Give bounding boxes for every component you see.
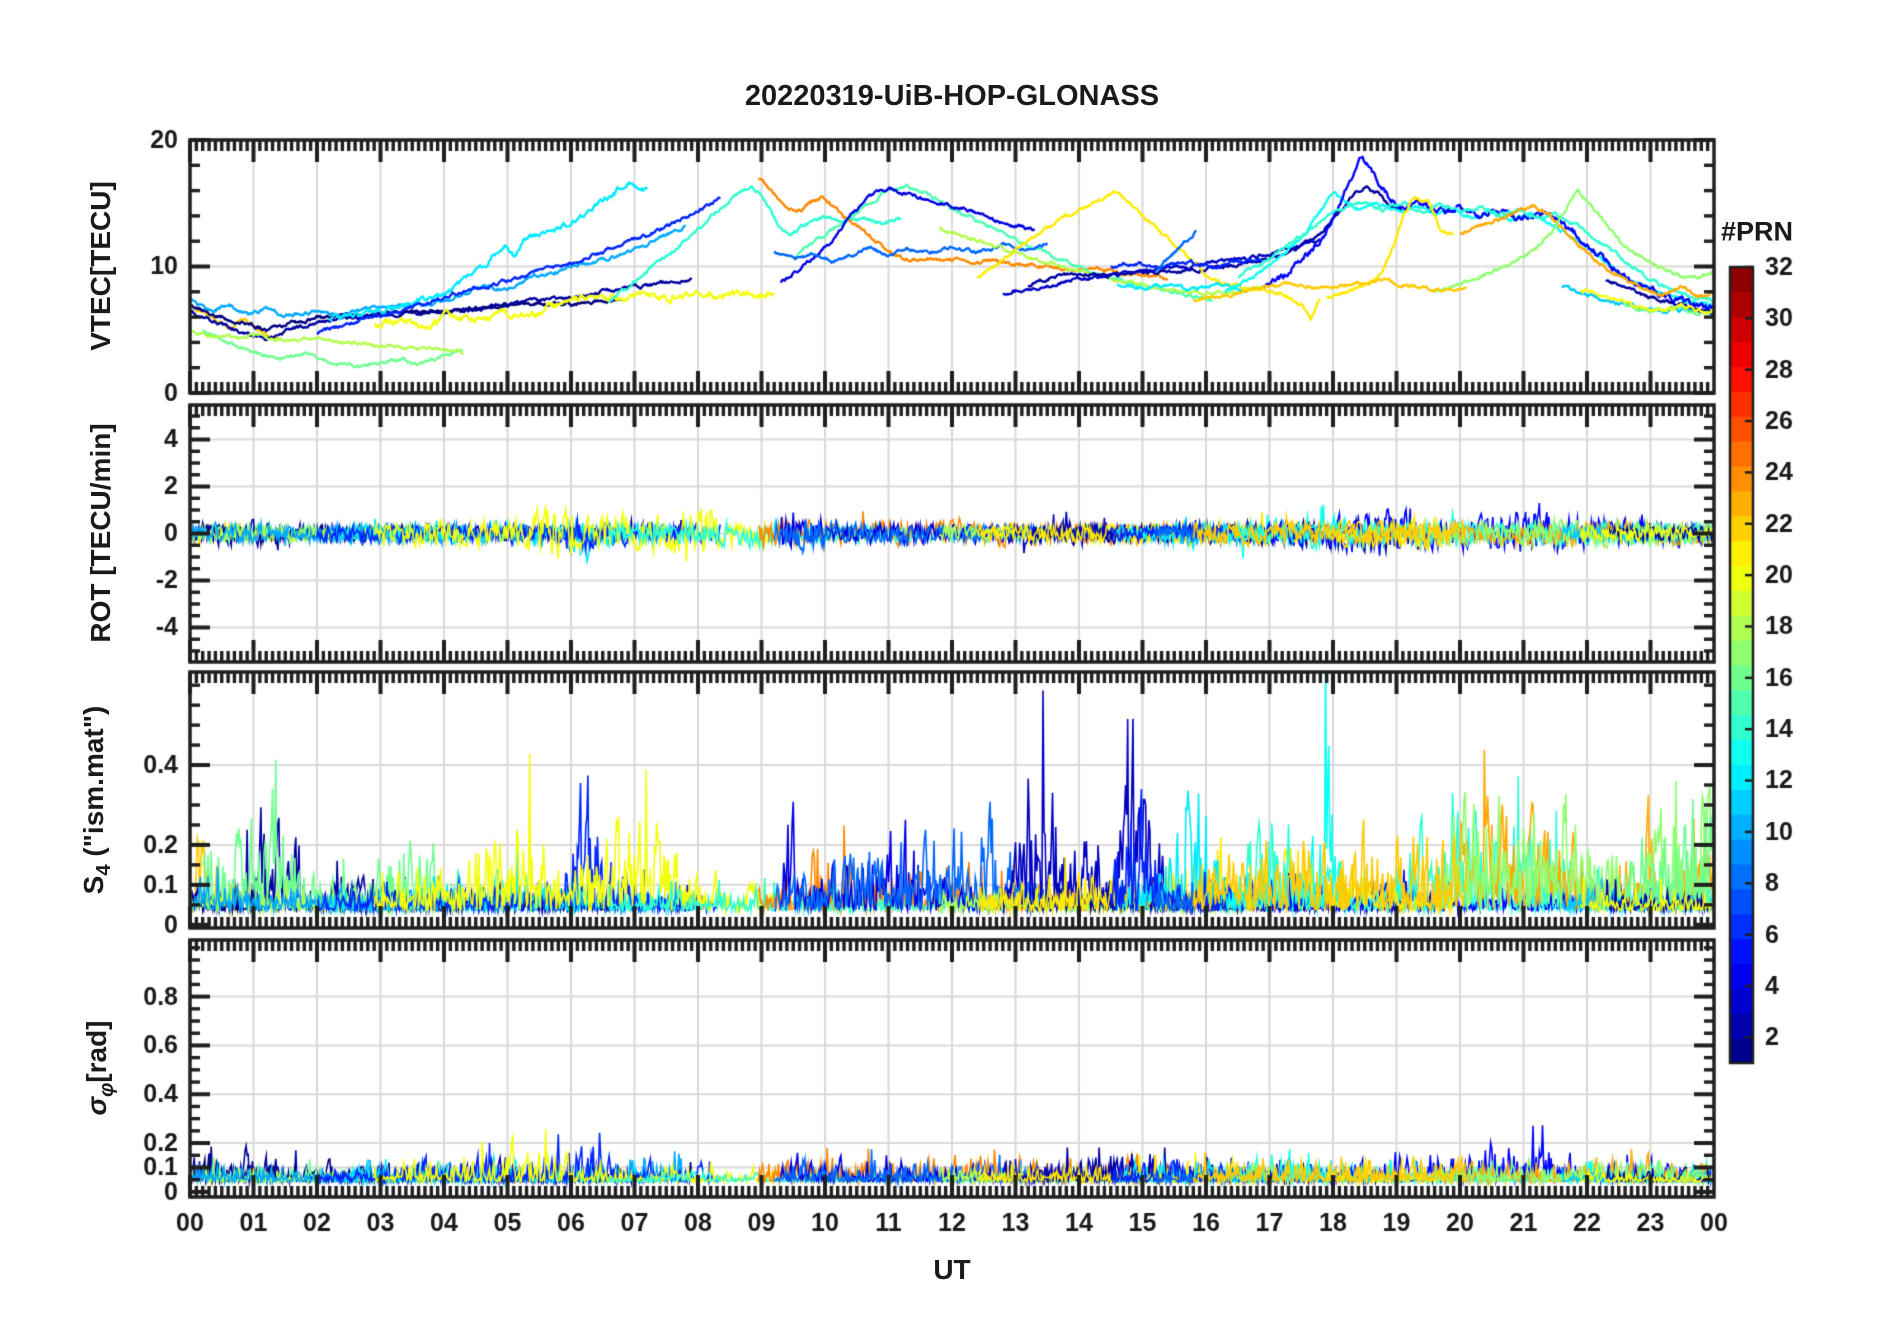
figure: 20220319-UiB-HOP-GLONASS VTEC[TECU] ROT … [0, 0, 1902, 1330]
vtec-ylabel-text: VTEC[TECU] [85, 181, 116, 351]
vtec-panel [190, 140, 1714, 393]
colorbar-title: #PRN [1720, 216, 1794, 247]
s4-ylabel-post: ("ism.mat") [78, 705, 110, 865]
prn-colorbar [1730, 267, 1753, 1063]
rot-ylabel-text: ROT [TECU/min] [85, 423, 116, 643]
sigma-phi-ylabel: σφ[rad] [81, 1020, 119, 1115]
figure-title: 20220319-UiB-HOP-GLONASS [744, 80, 1160, 112]
x-axis-label: UT [933, 1254, 971, 1285]
s4-ylabel-sub: 4 [92, 864, 115, 876]
vtec-ylabel: VTEC[TECU] [85, 181, 117, 351]
sigma-ylabel-text: σ [81, 1096, 113, 1116]
rot-panel [190, 405, 1714, 662]
s4-panel [190, 672, 1714, 928]
sigma-ylabel-post: [rad] [81, 1020, 113, 1083]
rot-ylabel: ROT [TECU/min] [85, 423, 117, 642]
sigma-ylabel-sub: φ [95, 1082, 118, 1097]
sigma-phi-panel [190, 940, 1714, 1197]
s4-ylabel: S4 ("ism.mat") [78, 706, 116, 895]
s4-ylabel-text: S [78, 875, 110, 895]
